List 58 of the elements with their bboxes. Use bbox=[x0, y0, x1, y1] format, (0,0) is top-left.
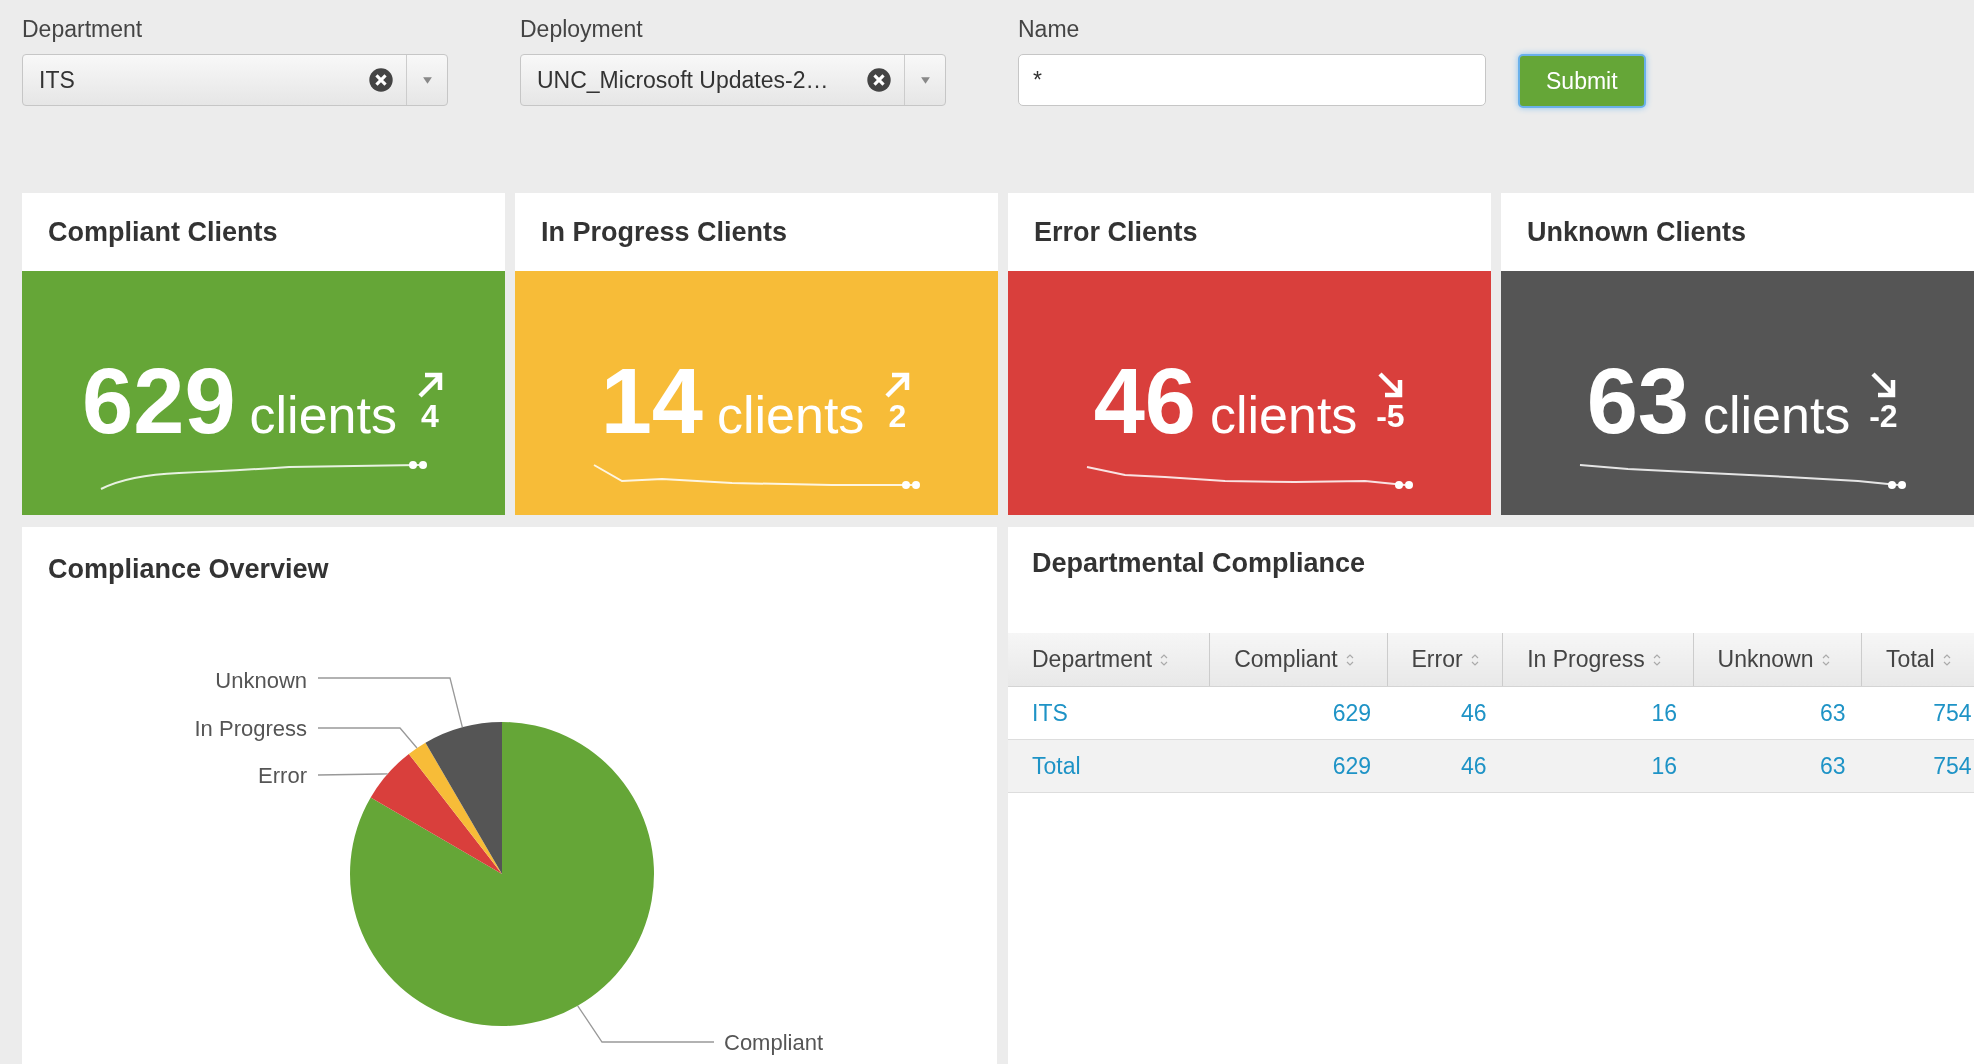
stat-unit: clients bbox=[1209, 385, 1358, 445]
table-cell[interactable]: 63 bbox=[1693, 686, 1862, 740]
column-header[interactable]: Error bbox=[1387, 633, 1503, 687]
stat-value: 46 bbox=[1093, 355, 1196, 447]
panel-title: Error Clients bbox=[1033, 215, 1199, 249]
caret-icon bbox=[919, 75, 931, 85]
table-cell[interactable]: 629 bbox=[1209, 686, 1387, 740]
slice-label: Compliant bbox=[724, 1030, 824, 1055]
table-cell[interactable]: 629 bbox=[1209, 739, 1387, 793]
table-cell[interactable]: 16 bbox=[1502, 686, 1694, 740]
trend-delta: -2 bbox=[1869, 400, 1898, 432]
stat-unit: clients bbox=[249, 385, 397, 445]
column-header[interactable]: Department bbox=[1008, 633, 1210, 687]
panel-title: Unknown Clients bbox=[1526, 215, 1747, 249]
trend-delta: 4 bbox=[421, 400, 439, 432]
caret-icon bbox=[421, 75, 433, 85]
stat-unit: clients bbox=[716, 385, 865, 445]
column-header[interactable]: Total bbox=[1861, 633, 1974, 687]
table-cell[interactable]: Total bbox=[1008, 739, 1210, 793]
sort-icon bbox=[1160, 652, 1169, 667]
panel-title: Compliance Overview bbox=[47, 552, 330, 586]
slice-label: In Progress bbox=[194, 716, 307, 741]
slice-label: Unknown bbox=[215, 668, 307, 693]
table-cell[interactable]: 63 bbox=[1693, 739, 1862, 793]
submit-button[interactable]: Submit bbox=[1518, 54, 1646, 108]
dropdown-field[interactable]: UNC_Microsoft Updates-2… bbox=[520, 54, 946, 106]
trend-delta: -5 bbox=[1376, 400, 1405, 432]
stat-value: 629 bbox=[82, 355, 236, 447]
table-cell[interactable]: 754 bbox=[1861, 739, 1974, 793]
sort-icon bbox=[1470, 652, 1479, 667]
sort-icon bbox=[1942, 652, 1951, 667]
table-cell[interactable]: 16 bbox=[1502, 739, 1694, 793]
sort-icon bbox=[1821, 652, 1830, 667]
table-cell[interactable]: ITS bbox=[1008, 686, 1210, 740]
sort-icon bbox=[1345, 652, 1354, 667]
column-header[interactable]: In Progress bbox=[1502, 633, 1694, 687]
panel-title: Compliant Clients bbox=[47, 215, 279, 249]
table-cell[interactable]: 46 bbox=[1387, 739, 1503, 793]
field-label: Department bbox=[22, 15, 143, 44]
stat-value: 14 bbox=[600, 355, 703, 447]
clear-icon[interactable] bbox=[368, 67, 394, 93]
stat-unit: clients bbox=[1702, 385, 1851, 445]
dropdown-field[interactable]: ITS bbox=[22, 54, 448, 106]
trend-delta: 2 bbox=[888, 400, 907, 432]
column-header[interactable]: Compliant bbox=[1209, 633, 1387, 687]
field-label: Deployment bbox=[520, 15, 643, 44]
stat-value: 63 bbox=[1586, 355, 1689, 447]
sort-icon bbox=[1652, 652, 1661, 667]
field-label: Name bbox=[1018, 15, 1080, 44]
panel-title: In Progress Clients bbox=[540, 215, 789, 249]
leader-line bbox=[317, 773, 389, 776]
table-cell[interactable]: 46 bbox=[1387, 686, 1503, 740]
name-input[interactable]: * bbox=[1018, 54, 1486, 106]
clear-icon[interactable] bbox=[866, 67, 892, 93]
slice-label: Error bbox=[258, 763, 307, 788]
table-cell[interactable]: 754 bbox=[1861, 686, 1974, 740]
panel-title: Departmental Compliance bbox=[1031, 546, 1367, 580]
column-header[interactable]: Unknown bbox=[1693, 633, 1862, 687]
